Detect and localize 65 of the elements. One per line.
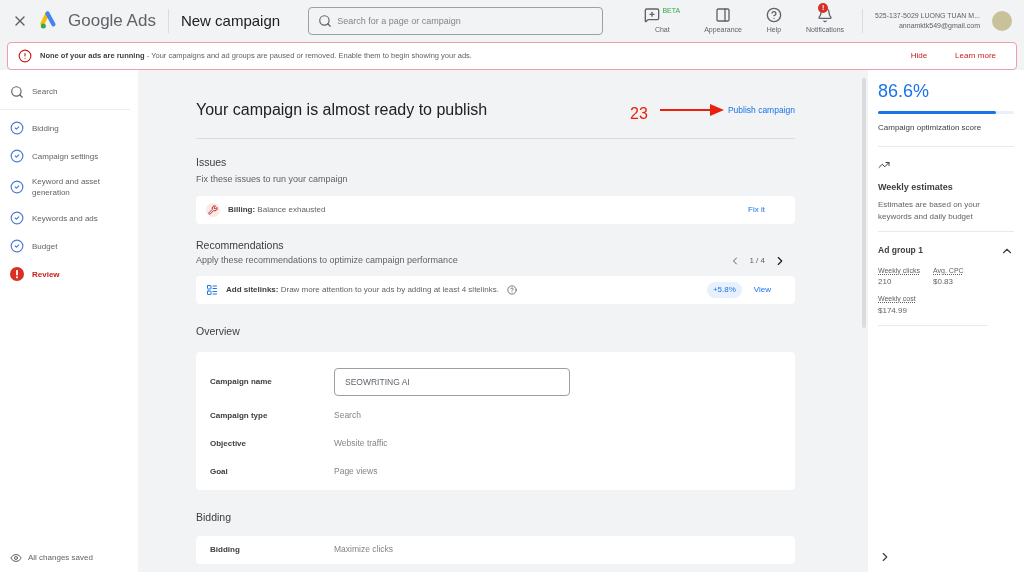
banner-link[interactable]: Learn more [955,50,996,62]
page-title: New campaign [180,10,281,31]
section-subtitle: Apply these recommendations to optimize campaign performance [196,254,458,268]
field-value: Page views [334,465,378,479]
section-title: Overview [196,324,241,339]
alert-icon [18,49,32,63]
metric-value: $0.83 [933,276,955,288]
campaign-name-field[interactable]: SEOWRITING AI [334,367,570,396]
eye-icon [10,552,22,564]
score-label: Campaign optimization score [878,122,1014,147]
field-label: Bidding [210,543,241,556]
publish-link[interactable]: Publish campaign [727,103,795,117]
page-heading: Your campaign is almost ready to publish [196,100,488,120]
section-title: Recommendations [196,238,285,254]
save-status: All changes saved [28,552,93,564]
issue-text: Billing: Balance exhausted [228,204,326,217]
brand-name: Google Ads [68,10,156,33]
nav-item[interactable]: Review [0,260,138,288]
help-icon [507,285,518,295]
check-circle-icon [10,149,24,163]
field-value: Search [334,409,361,423]
trend-icon [878,159,890,171]
search-icon [10,84,24,99]
help-icon [765,6,782,23]
metric-value: 210 [878,276,893,288]
banner-link[interactable]: Hide [910,50,928,62]
error-icon [10,267,24,281]
nav-item[interactable]: Bidding [0,114,138,142]
nav-item[interactable]: Keywords and ads [0,204,138,232]
ad-group-title: Ad group 1 [878,244,923,257]
field-label: Objective [210,437,247,450]
arrow-annotation [659,104,724,116]
field-label: Goal [210,465,229,478]
annotation-number: 23 [630,104,648,124]
sitelink-icon [206,284,218,296]
score-value: 86.6% [878,80,931,103]
search-field[interactable]: Search for a page or campaign [308,7,604,35]
field-label: Campaign type [210,409,269,422]
nav-item[interactable]: Campaign settings [0,142,138,170]
metric-value: $174.99 [878,304,908,317]
nav-item[interactable]: Keyword and asset generation [0,170,138,204]
wrench-icon [206,203,220,218]
check-circle-icon [10,239,24,253]
check-circle-icon [10,121,24,135]
bell-icon [817,6,833,23]
search-icon [318,14,333,28]
chat-icon [644,6,661,23]
fix-link[interactable]: Fix it [748,204,765,217]
field-value: Website traffic [334,437,388,451]
field-label: Campaign name [210,375,273,388]
section-subtitle: Fix these issues to run your campaign [196,172,349,186]
uplift-chip: +5.8% [706,282,742,298]
field-value: Maximize clicks [334,543,394,556]
nav-item[interactable]: Budget [0,232,138,260]
check-circle-icon [10,211,24,225]
view-link[interactable]: View [753,284,771,296]
section-title: Bidding [196,509,233,525]
nav-item[interactable]: Search [0,82,130,110]
check-circle-icon [10,180,24,194]
weekly-text: Estimates are based on your keywords and daily budget [878,198,1014,232]
panel-icon [715,6,732,23]
section-title: Issues [196,155,228,170]
pager-text: 1 / 4 [749,255,765,267]
recommendation-text: Add sitelinks: Draw more attention to your ads by adding at least 4 sitelinks. [226,284,500,296]
weekly-title: Weekly estimates [878,181,954,194]
